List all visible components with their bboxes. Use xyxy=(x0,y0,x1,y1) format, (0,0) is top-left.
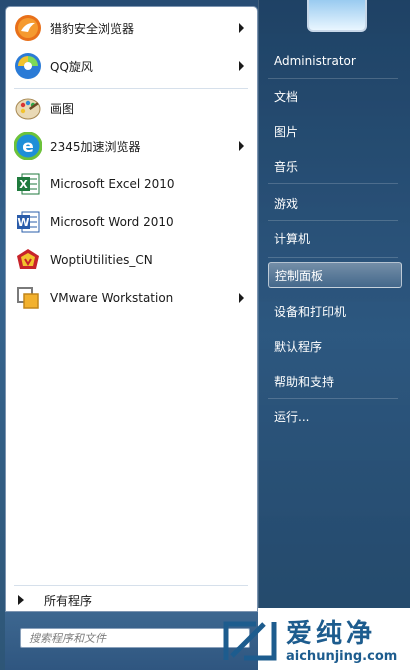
program-item-2345-browser[interactable]: e 2345加速浏览器 xyxy=(10,128,252,164)
word-icon: W xyxy=(12,206,44,238)
svg-text:e: e xyxy=(22,137,34,157)
separator xyxy=(14,585,248,586)
right-item-control-panel[interactable]: 控制面板 xyxy=(268,262,402,288)
right-item-label: 设备和打印机 xyxy=(274,304,347,319)
submenu-arrow-icon xyxy=(239,61,244,71)
separator xyxy=(268,257,398,258)
separator xyxy=(14,88,248,89)
right-item-label: 游戏 xyxy=(274,196,299,211)
right-item-label: Administrator xyxy=(274,54,356,68)
right-item-help-support[interactable]: 帮助和支持 xyxy=(268,368,402,394)
right-item-computer[interactable]: 计算机 xyxy=(268,225,402,251)
program-item-paint[interactable]: 画图 xyxy=(10,90,252,126)
right-item-label: 帮助和支持 xyxy=(274,374,335,389)
watermark-url: aichunjing.com xyxy=(286,648,398,664)
cheetah-browser-icon xyxy=(12,12,44,44)
watermark: 爱纯净 aichunjing.com xyxy=(220,612,410,670)
right-item-label: 音乐 xyxy=(274,159,299,174)
program-label: VMware Workstation xyxy=(50,291,174,305)
submenu-arrow-icon xyxy=(239,141,244,151)
all-programs-button[interactable]: 所有程序 xyxy=(12,590,252,610)
wopti-icon xyxy=(12,244,44,276)
right-item-documents[interactable]: 文档 xyxy=(268,83,402,109)
right-item-label: 图片 xyxy=(274,124,299,139)
right-item-run[interactable]: 运行... xyxy=(268,403,402,429)
right-item-administrator[interactable]: Administrator xyxy=(268,48,402,74)
program-label: WoptiUtilities_CN xyxy=(50,253,153,267)
qq-whirlwind-icon xyxy=(12,50,44,82)
right-item-label: 控制面板 xyxy=(275,268,324,283)
separator xyxy=(268,398,398,399)
submenu-arrow-icon xyxy=(239,293,244,303)
watermark-logo-icon xyxy=(223,621,277,661)
right-item-label: 文档 xyxy=(274,89,299,104)
program-item-excel[interactable]: X Microsoft Excel 2010 xyxy=(10,166,252,202)
svg-text:X: X xyxy=(19,178,28,191)
program-item-vmware[interactable]: VMware Workstation xyxy=(10,280,252,316)
program-label: 猎豹安全浏览器 xyxy=(50,21,135,36)
program-item-word[interactable]: W Microsoft Word 2010 xyxy=(10,204,252,240)
right-item-games[interactable]: 游戏 xyxy=(268,190,402,216)
watermark-text: 爱纯净 xyxy=(286,618,377,649)
program-item-cheetah-browser[interactable]: 猎豹安全浏览器 xyxy=(10,10,252,46)
right-item-label: 计算机 xyxy=(274,231,311,246)
program-label: 2345加速浏览器 xyxy=(50,139,141,154)
program-label: QQ旋风 xyxy=(50,59,93,74)
submenu-arrow-icon xyxy=(239,23,244,33)
right-item-label: 默认程序 xyxy=(274,339,323,354)
right-item-pictures[interactable]: 图片 xyxy=(268,118,402,144)
vmware-icon xyxy=(12,282,44,314)
all-programs-label: 所有程序 xyxy=(44,593,93,608)
right-item-devices-printers[interactable]: 设备和打印机 xyxy=(268,298,402,324)
separator xyxy=(268,220,398,221)
paint-icon xyxy=(12,92,44,124)
search-input[interactable] xyxy=(20,628,250,648)
svg-text:W: W xyxy=(17,216,29,229)
program-item-wopti[interactable]: WoptiUtilities_CN xyxy=(10,242,252,278)
program-item-qq-whirlwind[interactable]: QQ旋风 xyxy=(10,48,252,84)
program-label: Microsoft Word 2010 xyxy=(50,215,174,229)
arrow-right-icon xyxy=(18,595,24,605)
excel-icon: X xyxy=(12,168,44,200)
2345-browser-icon: e xyxy=(12,130,44,162)
user-picture[interactable] xyxy=(307,0,367,32)
separator xyxy=(268,183,398,184)
right-item-default-programs[interactable]: 默认程序 xyxy=(268,333,402,359)
separator xyxy=(268,78,398,79)
program-label: 画图 xyxy=(50,101,75,116)
program-label: Microsoft Excel 2010 xyxy=(50,177,175,191)
right-item-label: 运行... xyxy=(274,409,310,424)
right-item-music[interactable]: 音乐 xyxy=(268,153,402,179)
